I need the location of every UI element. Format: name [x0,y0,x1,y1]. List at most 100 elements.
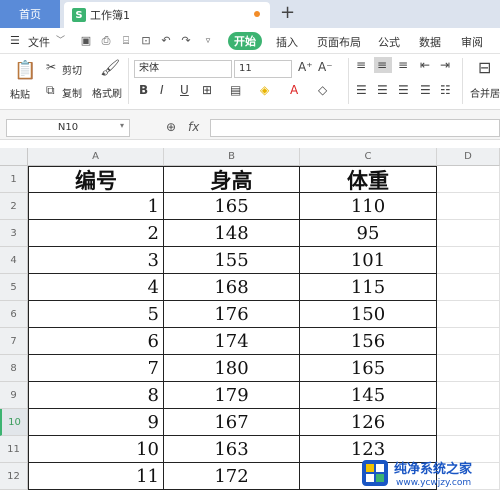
table-cell[interactable]: 179 [164,382,300,409]
align-center-icon[interactable]: ☰ [377,83,388,97]
align-middle-icon[interactable]: ≡ [377,58,387,72]
tab-review[interactable]: 审阅 [461,34,483,50]
table-cell[interactable]: 3 [28,247,164,274]
table-cell[interactable]: 165 [300,355,437,382]
row-header[interactable]: 5 [0,274,28,301]
table-cell[interactable]: 2 [28,220,164,247]
tab-workbook[interactable]: S 工作簿1 [64,2,270,28]
table-cell[interactable]: 10 [28,436,164,463]
table-cell[interactable]: 6 [28,328,164,355]
row-header[interactable]: 6 [0,301,28,328]
table-cell[interactable]: 163 [164,436,300,463]
font-decrease-icon[interactable]: A⁻ [318,60,333,74]
tab-home[interactable]: 首页 [0,0,60,28]
table-cell[interactable] [437,328,500,355]
scissors-icon[interactable]: ✂ [46,60,56,74]
zoom-search-icon[interactable]: ⊕ [166,120,176,134]
underline-icon[interactable]: U [180,83,189,97]
border-icon[interactable]: ⊞ [202,83,212,97]
merge-center-button[interactable]: 合并居 [470,85,500,100]
font-increase-icon[interactable]: A⁺ [298,60,313,74]
table-cell[interactable] [437,382,500,409]
table-cell[interactable] [437,301,500,328]
export-pdf-icon[interactable]: ⎙ [100,35,112,47]
indent-increase-icon[interactable]: ⇥ [440,58,450,72]
row-header[interactable]: 1 [0,166,28,193]
justify-icon[interactable]: ☰ [420,83,431,97]
table-cell[interactable] [437,274,500,301]
redo-icon[interactable]: ↷ [180,35,192,47]
column-header-c[interactable]: C [300,148,437,166]
table-cell[interactable]: 155 [164,247,300,274]
cut-button[interactable]: 剪切 [62,62,82,77]
name-box[interactable]: N10 [6,119,130,137]
table-cell[interactable] [437,247,500,274]
table-cell[interactable]: 5 [28,301,164,328]
table-cell[interactable] [437,355,500,382]
tab-insert[interactable]: 插入 [276,34,298,50]
table-cell[interactable]: 1 [28,193,164,220]
align-bottom-icon[interactable]: ≡ [398,58,408,72]
tab-page-layout[interactable]: 页面布局 [317,34,361,50]
indent-decrease-icon[interactable]: ⇤ [420,58,430,72]
table-cell[interactable]: 148 [164,220,300,247]
row-header[interactable]: 8 [0,355,28,382]
table-cell[interactable]: 115 [300,274,437,301]
row-header[interactable]: 3 [0,220,28,247]
table-cell[interactable]: 8 [28,382,164,409]
row-header[interactable]: 2 [0,193,28,220]
align-top-icon[interactable]: ≡ [356,58,366,72]
merge-icon[interactable]: ⊟ [478,58,491,77]
paste-button[interactable]: 粘贴 [10,86,30,101]
table-cell[interactable]: 168 [164,274,300,301]
row-header[interactable]: 9 [0,382,28,409]
tab-data[interactable]: 数据 [419,34,441,50]
table-cell[interactable]: 4 [28,274,164,301]
row-header[interactable]: 4 [0,247,28,274]
table-cell[interactable]: 180 [164,355,300,382]
row-header[interactable]: 10 [0,409,28,436]
save-icon[interactable]: ▣ [80,35,92,47]
table-cell[interactable]: 101 [300,247,437,274]
tab-start[interactable]: 开始 [228,32,262,50]
new-tab-button[interactable]: + [280,2,295,23]
table-cell[interactable]: 95 [300,220,437,247]
table-cell[interactable]: 11 [28,463,164,490]
paste-icon[interactable]: 📋 [14,60,36,81]
file-menu[interactable]: 文件 [28,34,50,50]
table-cell[interactable]: 150 [300,301,437,328]
table-cell[interactable]: 126 [300,409,437,436]
table-header-cell[interactable]: 身高 [164,166,300,193]
column-header-a[interactable]: A [28,148,164,166]
table-cell[interactable]: 110 [300,193,437,220]
print-icon[interactable]: ⌸ [120,35,132,47]
italic-icon[interactable]: I [160,83,164,97]
table-cell[interactable] [437,220,500,247]
row-header[interactable]: 7 [0,328,28,355]
table-cell[interactable] [437,193,500,220]
formula-input[interactable] [210,119,500,137]
fill-color-icon[interactable]: ◈ [260,83,269,97]
table-cell[interactable]: 165 [164,193,300,220]
table-cell[interactable] [437,166,500,193]
table-cell[interactable]: 172 [164,463,300,490]
column-header-d[interactable]: D [437,148,500,166]
table-cell[interactable] [437,409,500,436]
copy-icon[interactable]: ⧉ [46,83,55,98]
table-cell[interactable]: 156 [300,328,437,355]
column-header-b[interactable]: B [164,148,300,166]
table-cell[interactable]: 176 [164,301,300,328]
align-right-icon[interactable]: ☰ [398,83,409,97]
row-header[interactable]: 12 [0,463,28,490]
table-header-cell[interactable]: 体重 [300,166,437,193]
format-painter-button[interactable]: 格式刷 [92,85,122,100]
table-cell[interactable]: 145 [300,382,437,409]
font-color-icon[interactable]: A [290,83,298,97]
customize-chevron-icon[interactable]: ▿ [202,35,214,47]
distribute-icon[interactable]: ☷ [440,83,451,97]
hamburger-icon[interactable]: ☰ [10,34,20,47]
table-header-cell[interactable]: 编号 [28,166,164,193]
tab-formulas[interactable]: 公式 [378,34,400,50]
clear-icon[interactable]: ◇ [318,83,327,97]
format-painter-icon[interactable]: 🖌 [100,58,120,77]
